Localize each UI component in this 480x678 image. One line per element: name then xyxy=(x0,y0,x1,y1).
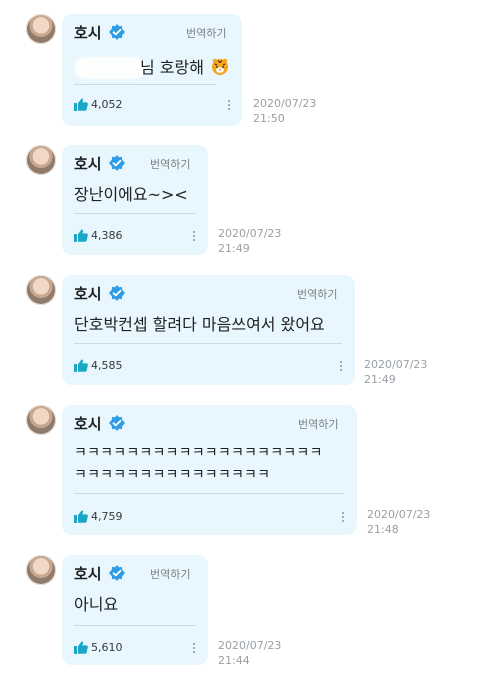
message-bubble: 호시 번역하기 장난이에요~>< 4,386 xyxy=(62,145,208,255)
divider xyxy=(74,343,342,344)
like-count: 4,052 xyxy=(91,98,123,111)
redacted-name xyxy=(74,57,146,79)
message-time: 21:49 xyxy=(364,373,396,386)
thumbs-up-icon[interactable] xyxy=(74,229,88,242)
message-text-line-1: ㅋㅋㅋㅋㅋㅋㅋㅋㅋㅋㅋㅋㅋㅋㅋㅋㅋㅋㅋ xyxy=(74,445,323,461)
divider xyxy=(74,213,196,214)
message-text: 님 호랑해 xyxy=(140,58,204,77)
message-text: 장난이에요~>< xyxy=(74,185,188,204)
translate-button[interactable]: 번역하기 xyxy=(150,156,190,172)
avatar[interactable] xyxy=(26,14,56,44)
message-text: 아니요 xyxy=(74,595,119,614)
message-date: 2020/07/23 xyxy=(364,358,428,371)
message-bubble: 호시 번역하기 아니요 5,610 xyxy=(62,555,208,665)
sender-name: 호시 xyxy=(74,415,102,433)
translate-button[interactable]: 번역하기 xyxy=(297,286,337,302)
like-count: 4,759 xyxy=(91,510,123,523)
message-bubble: 호시 번역하기 님 호랑해 4,052 xyxy=(62,14,242,126)
thumbs-up-icon[interactable] xyxy=(74,359,88,372)
message-text-line-2: ㅋㅋㅋㅋㅋㅋㅋㅋㅋㅋㅋㅋㅋㅋㅋ xyxy=(74,467,271,483)
avatar[interactable] xyxy=(26,145,56,175)
avatar[interactable] xyxy=(26,275,56,305)
message-time: 21:49 xyxy=(218,242,250,255)
like-count: 4,386 xyxy=(91,229,123,242)
message-time: 21:44 xyxy=(218,654,250,667)
translate-button[interactable]: 번역하기 xyxy=(186,25,226,41)
tiger-emoji-icon xyxy=(210,57,230,77)
translate-button[interactable]: 번역하기 xyxy=(150,566,190,582)
sender-name: 호시 xyxy=(74,24,102,42)
thumbs-up-icon[interactable] xyxy=(74,510,88,523)
avatar[interactable] xyxy=(26,405,56,435)
divider xyxy=(74,84,216,85)
sender-name: 호시 xyxy=(74,565,102,583)
verified-badge-icon xyxy=(109,285,125,301)
message-date: 2020/07/23 xyxy=(218,227,282,240)
more-vertical-icon[interactable] xyxy=(340,361,344,373)
verified-badge-icon xyxy=(109,565,125,581)
more-vertical-icon[interactable] xyxy=(228,100,232,112)
avatar[interactable] xyxy=(26,555,56,585)
verified-badge-icon xyxy=(109,415,125,431)
sender-name: 호시 xyxy=(74,285,102,303)
message-date: 2020/07/23 xyxy=(218,639,282,652)
thumbs-up-icon[interactable] xyxy=(74,641,88,654)
more-vertical-icon[interactable] xyxy=(342,512,346,524)
message-date: 2020/07/23 xyxy=(253,97,317,110)
thumbs-up-icon[interactable] xyxy=(74,98,88,111)
more-vertical-icon[interactable] xyxy=(193,643,197,655)
translate-button[interactable]: 번역하기 xyxy=(298,416,338,432)
sender-name: 호시 xyxy=(74,155,102,173)
message-bubble: 호시 번역하기 ㅋㅋㅋㅋㅋㅋㅋㅋㅋㅋㅋㅋㅋㅋㅋㅋㅋㅋㅋ ㅋㅋㅋㅋㅋㅋㅋㅋㅋㅋㅋㅋ… xyxy=(62,405,357,535)
like-count: 4,585 xyxy=(91,359,123,372)
verified-badge-icon xyxy=(109,155,125,171)
message-time: 21:50 xyxy=(253,112,285,125)
divider xyxy=(74,493,344,494)
divider xyxy=(74,625,196,626)
message-text: 단호박컨셉 할려다 마음쓰여서 왔어요 xyxy=(74,315,325,334)
message-bubble: 호시 번역하기 단호박컨셉 할려다 마음쓰여서 왔어요 4,585 xyxy=(62,275,355,385)
message-date: 2020/07/23 xyxy=(367,508,431,521)
like-count: 5,610 xyxy=(91,641,123,654)
verified-badge-icon xyxy=(109,24,125,40)
message-time: 21:48 xyxy=(367,523,399,536)
more-vertical-icon[interactable] xyxy=(193,231,197,243)
